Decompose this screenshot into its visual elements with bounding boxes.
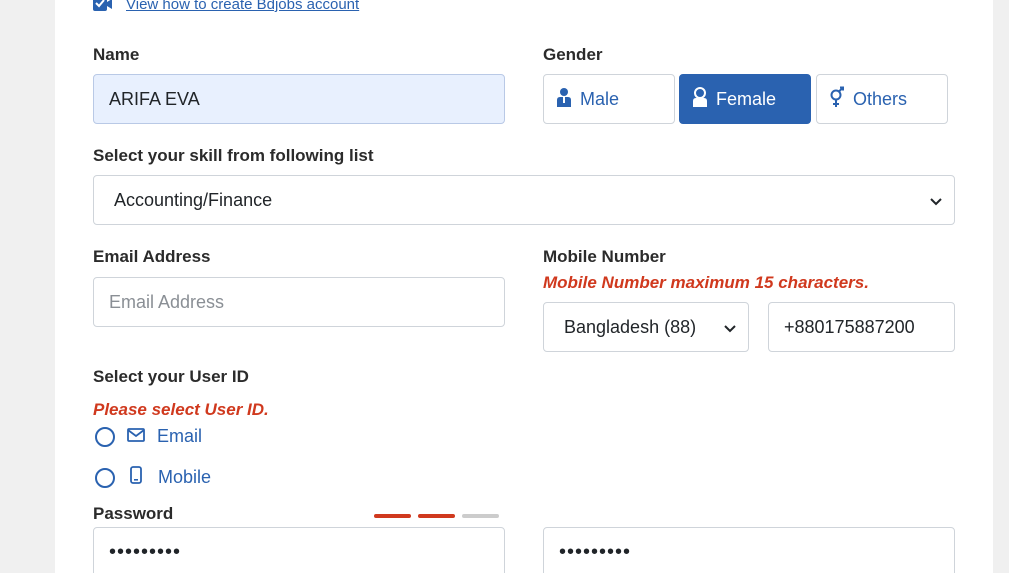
name-input[interactable]: ARIFA EVA <box>93 74 505 124</box>
user-id-mobile-option[interactable]: Mobile <box>95 466 211 489</box>
mobile-input[interactable]: +880175887200 <box>768 302 955 352</box>
female-icon <box>692 86 708 112</box>
skill-label: Select your skill from following list <box>93 146 374 165</box>
mobile-error: Mobile Number maximum 15 characters. <box>543 273 869 292</box>
email-label: Email Address <box>93 247 211 266</box>
confirm-password-value: ••••••••• <box>559 540 632 563</box>
password-value: ••••••••• <box>109 540 182 563</box>
mobile-label: Mobile Number <box>543 247 666 266</box>
user-id-email-label: Email <box>157 426 203 446</box>
user-id-email-option[interactable]: Email <box>95 426 202 447</box>
gender-others-label: Others <box>853 88 908 109</box>
gender-female-label: Female <box>716 88 777 109</box>
gender-female-button[interactable]: Female <box>679 74 811 124</box>
user-id-mobile-label: Mobile <box>158 467 212 487</box>
gender-male-button[interactable]: Male <box>543 74 675 124</box>
others-icon <box>829 86 845 113</box>
phone-icon <box>130 466 142 489</box>
registration-form: View how to create Bdjobs account Name A… <box>55 0 993 573</box>
create-account-link-row: View how to create Bdjobs account <box>93 0 359 13</box>
skill-value: Accounting/Finance <box>114 189 273 210</box>
gender-male-label: Male <box>580 88 620 109</box>
password-strength-meter <box>374 514 499 518</box>
mobile-value: +880175887200 <box>784 316 915 337</box>
name-label: Name <box>93 45 140 64</box>
skill-select[interactable]: Accounting/Finance <box>93 175 955 225</box>
gender-label: Gender <box>543 45 603 64</box>
password-input[interactable]: ••••••••• <box>93 527 505 573</box>
radio-button[interactable] <box>95 426 115 447</box>
name-value: ARIFA EVA <box>109 88 200 109</box>
password-label: Password <box>93 504 174 523</box>
create-account-link[interactable]: View how to create Bdjobs account <box>126 0 359 13</box>
strength-segment <box>418 514 455 518</box>
strength-segment <box>462 514 499 518</box>
chevron-down-icon <box>930 190 942 211</box>
strength-segment <box>374 514 411 518</box>
checkbox-checked-icon <box>93 0 113 13</box>
gender-others-button[interactable]: Others <box>816 74 948 124</box>
user-id-label: Select your User ID <box>93 367 249 386</box>
user-id-error: Please select User ID. <box>93 400 269 419</box>
confirm-password-input[interactable]: ••••••••• <box>543 527 955 573</box>
country-code-value: Bangladesh (88) <box>564 316 697 337</box>
chevron-down-icon <box>724 317 736 338</box>
country-code-select[interactable]: Bangladesh (88) <box>543 302 749 352</box>
male-icon <box>556 87 572 112</box>
radio-button[interactable] <box>95 467 115 488</box>
email-input[interactable]: Email Address <box>93 277 505 327</box>
envelope-icon <box>127 426 145 447</box>
email-placeholder: Email Address <box>109 291 225 312</box>
